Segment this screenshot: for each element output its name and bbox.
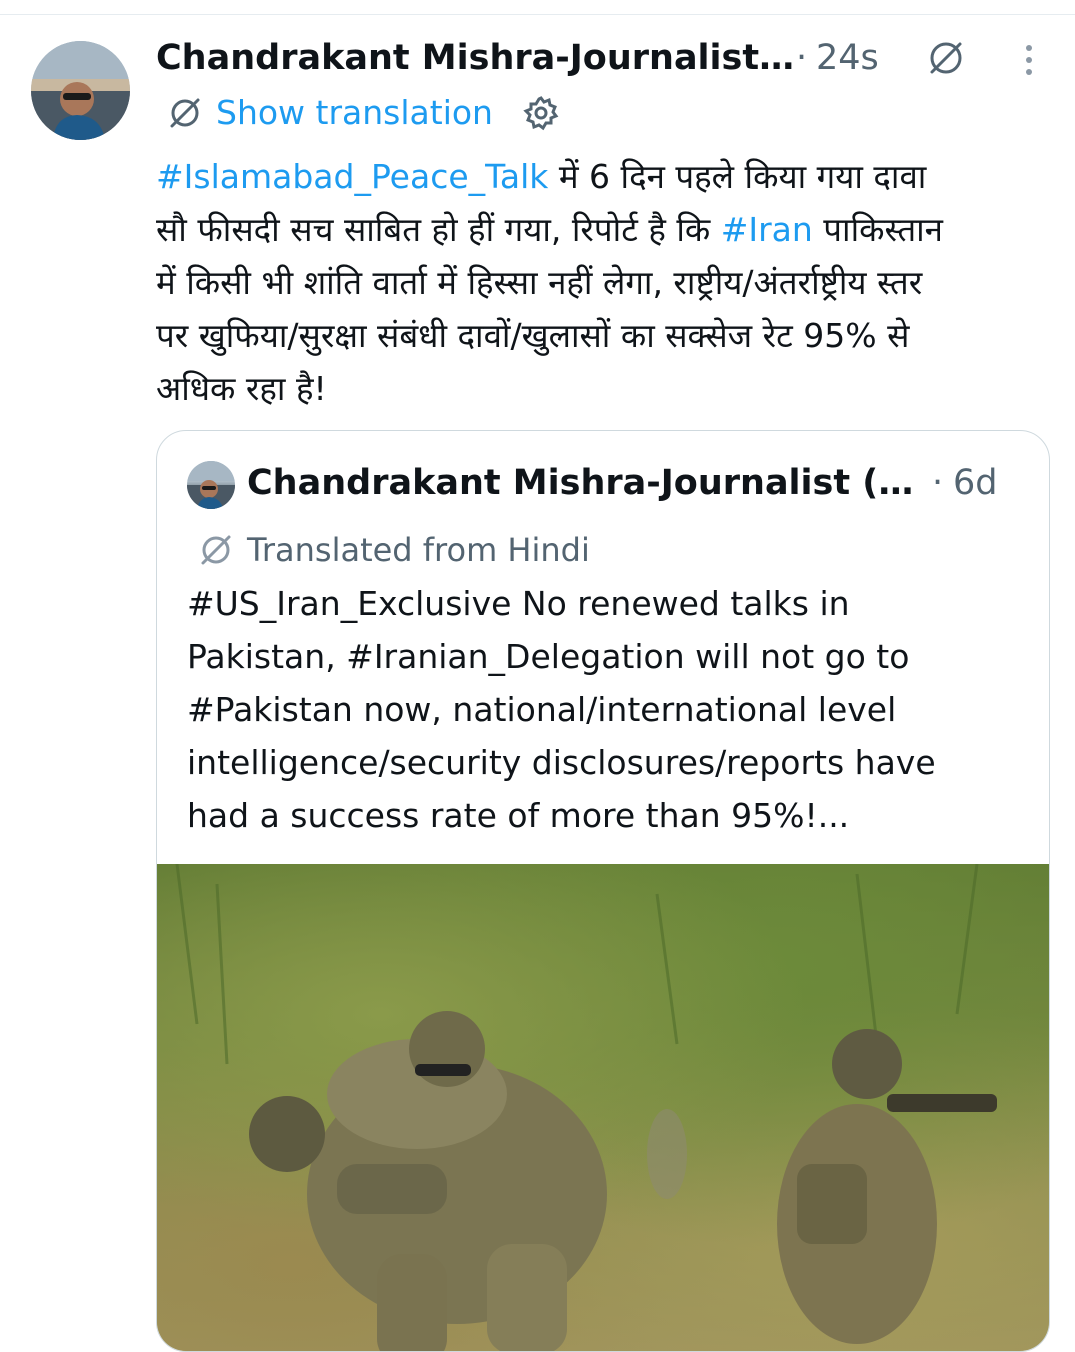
- post-text-segment: अधिक रहा है!: [156, 369, 327, 408]
- quoted-post-text: #US_Iran_Exclusive No renewed talks in Pa…: [187, 577, 1037, 842]
- more-vertical-icon[interactable]: [1014, 40, 1044, 80]
- soldiers-photo: [175, 863, 997, 1351]
- quoted-text-line: intelligence/security disclosures/report…: [187, 743, 936, 782]
- grok-icon[interactable]: [926, 38, 966, 78]
- quoted-post-image[interactable]: [157, 863, 1049, 1351]
- post-text: #Islamabad_Peace_Talk में 6 दिन पहले किय…: [156, 150, 1056, 415]
- hashtag-link[interactable]: #Islamabad_Peace_Talk: [156, 157, 548, 196]
- show-translation-link[interactable]: Show translation: [216, 90, 493, 136]
- post-text-line: में किसी भी शांति वार्ता में हिस्सा नहीं…: [156, 256, 1056, 309]
- quoted-text-line: Pakistan, #Iranian_Delegation will not g…: [187, 637, 910, 676]
- translated-from-label: Translated from Hindi: [247, 531, 590, 569]
- quoted-post-card[interactable]: Chandrakant Mishra-Journalist (L... · 6d…: [156, 430, 1050, 1352]
- quoted-text-line: had a success rate of more than 95%!...: [187, 796, 850, 835]
- gear-icon[interactable]: [522, 94, 560, 132]
- post-header: Chandrakant Mishra-Journalist... · 24s: [156, 30, 1056, 90]
- quoted-author-name: Chandrakant Mishra-Journalist (L...: [247, 463, 927, 503]
- show-translation-row: Show translation: [166, 90, 586, 136]
- post-text-line: #Islamabad_Peace_Talk में 6 दिन पहले किय…: [156, 150, 1056, 203]
- translate-icon: [166, 94, 204, 132]
- post-text-segment: में किसी भी शांति वार्ता में हिस्सा नहीं…: [156, 263, 923, 302]
- post-text-segment: पाकिस्तान: [812, 210, 943, 249]
- translated-from-row: Translated from Hindi: [197, 527, 797, 573]
- author-name[interactable]: Chandrakant Mishra-Journalist...: [156, 36, 796, 80]
- translate-icon: [197, 531, 235, 569]
- hashtag-link[interactable]: #Iran: [721, 210, 813, 249]
- quoted-text-line: #Pakistan now, national/international le…: [187, 690, 897, 729]
- post-text-line: सौ फीसदी सच साबित हो हीं गया, रिपोर्ट है…: [156, 203, 1056, 256]
- post-text-segment: सौ फीसदी सच साबित हो हीं गया, रिपोर्ट है…: [156, 210, 721, 249]
- quoted-post-header: Chandrakant Mishra-Journalist (L... · 6d: [187, 459, 1027, 509]
- quoted-author-avatar: [187, 461, 235, 509]
- separator-dot: ·: [932, 463, 944, 503]
- top-divider: [0, 14, 1075, 15]
- post-text-segment: में 6 दिन पहले किया गया दावा: [548, 157, 927, 196]
- quoted-post-time: 6d: [953, 463, 998, 503]
- post-time[interactable]: 24s: [816, 36, 879, 80]
- post-text-line: अधिक रहा है!: [156, 362, 1056, 415]
- post-text-line: पर खुफिया/सुरक्षा संबंधी दावों/खुलासों क…: [156, 309, 1056, 362]
- separator-dot: ·: [796, 38, 808, 78]
- quoted-text-line: #US_Iran_Exclusive No renewed talks in: [187, 584, 850, 623]
- author-avatar[interactable]: [31, 41, 130, 140]
- post-text-segment: पर खुफिया/सुरक्षा संबंधी दावों/खुलासों क…: [156, 316, 910, 355]
